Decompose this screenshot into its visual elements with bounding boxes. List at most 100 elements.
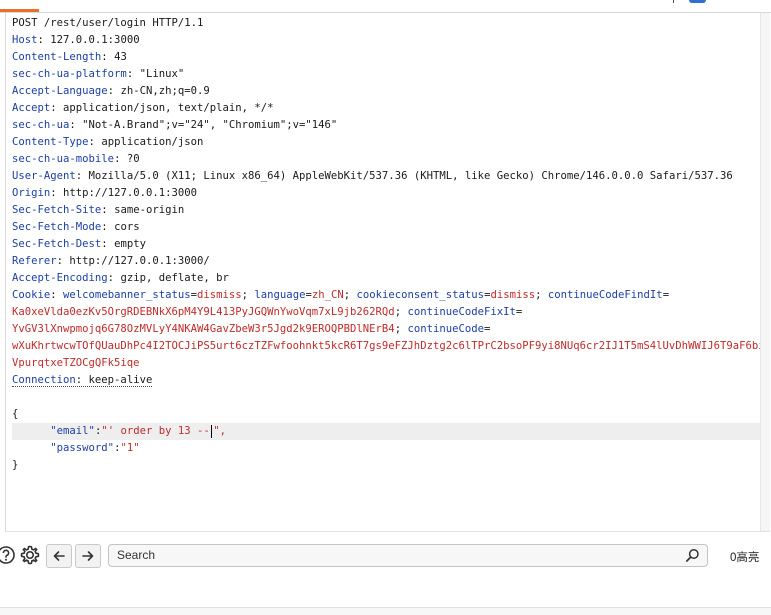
- header-name: Host: [12, 34, 38, 46]
- cookie-name: continueCode: [407, 323, 484, 335]
- header-value: http://127.0.0.1:3000: [63, 187, 197, 199]
- header-name: User-Agent: [12, 170, 76, 182]
- header-line-sec-ch-ua: sec-ch-ua: "Not-A.Brand";v="24", "Chromi…: [12, 119, 338, 131]
- help-circle-icon[interactable]: [0, 544, 17, 566]
- header-line-user-agent: User-Agent: Mozilla/5.0 (X11; Linux x86_…: [12, 170, 733, 182]
- cookie-value: dismiss: [197, 289, 242, 301]
- top-tab-strip: [0, 0, 771, 13]
- header-value: zh-CN,zh;q=0.9: [120, 85, 210, 97]
- cookie-value: YvGV3lXnwpmojq6G78OzMVLyY4NKAW4GavZbeW3r…: [12, 323, 395, 335]
- header-value: "Not-A.Brand";v="24", "Chromium";v="146": [82, 119, 338, 131]
- header-line-accept-encoding: Accept-Encoding: gzip, deflate, br: [12, 272, 229, 284]
- json-key-password: "password": [50, 442, 115, 454]
- header-line-cookie: Cookie: welcomebanner_status=dismiss; la…: [12, 289, 670, 301]
- vertical-scrollbar[interactable]: [760, 13, 770, 531]
- json-brace: }: [12, 459, 19, 471]
- header-value: 43: [114, 51, 127, 63]
- header-name: Cookie: [12, 289, 51, 301]
- header-value: keep-alive: [88, 374, 153, 386]
- gear-icon[interactable]: [19, 544, 41, 566]
- header-name: sec-ch-ua-platform: [12, 68, 127, 80]
- cookie-value: wXuKhrtwcwTOfQUauDhPc4I2TOCJiPS5urt6czTZ…: [12, 340, 762, 352]
- request-lines: POST /rest/user/login HTTP/1.1 Host: 127…: [12, 15, 762, 474]
- bottom-panel: [0, 578, 771, 615]
- active-tab-indicator[interactable]: [0, 9, 39, 12]
- header-value: 127.0.0.1:3000: [50, 34, 140, 46]
- search-toolbar: 0高亮: [0, 532, 771, 578]
- cookie-value: zh_CN: [311, 289, 344, 301]
- body-password-line: "password":"1": [50, 442, 140, 454]
- cookie-name: welcomebanner_status: [63, 289, 191, 301]
- cookie-value: Ka0xeVlda0ezKv5OrgRDEBNkX6pM4Y9L413PyJGQ…: [12, 306, 395, 318]
- header-name: Sec-Fetch-Site: [12, 204, 102, 216]
- header-name: sec-ch-ua-mobile: [12, 153, 115, 165]
- header-value: "Linux": [139, 68, 185, 80]
- header-line-content-type: Content-Type: application/json: [12, 136, 204, 148]
- header-name: Accept: [12, 102, 51, 114]
- header-value: gzip, deflate, br: [120, 272, 229, 284]
- header-value: Mozilla/5.0 (X11; Linux x86_64) AppleWeb…: [88, 170, 733, 182]
- request-text-editor[interactable]: POST /rest/user/login HTTP/1.1 Host: 127…: [5, 13, 770, 532]
- cookie-wrap-line: Ka0xeVlda0ezKv5OrgRDEBNkX6pM4Y9L413PyJGQ…: [12, 306, 523, 318]
- header-name: Origin: [12, 187, 51, 199]
- request-line: POST /rest/user/login HTTP/1.1: [12, 15, 762, 32]
- json-value-password: "1": [120, 442, 140, 454]
- cookie-wrap-line: VpurqtxeTZOCgQFk5iqe: [12, 355, 762, 372]
- header-name: Sec-Fetch-Mode: [12, 221, 102, 233]
- header-line-content-length: Content-Length: 43: [12, 51, 127, 63]
- cookie-name: continueCodeFixIt: [407, 306, 516, 318]
- search-field[interactable]: [108, 544, 708, 567]
- header-name: Content-Type: [12, 136, 89, 148]
- header-name: sec-ch-ua: [12, 119, 70, 131]
- request-editor-window: POST /rest/user/login HTTP/1.1 Host: 127…: [0, 0, 771, 615]
- header-line-host: Host: 127.0.0.1:3000: [12, 34, 140, 46]
- cookie-wrap-line: YvGV3lXnwpmojq6G78OzMVLyY4NKAW4GavZbeW3r…: [12, 323, 491, 335]
- json-value-email: "' order by 13 --: [101, 425, 210, 437]
- header-line-sec-fetch-mode: Sec-Fetch-Mode: cors: [12, 221, 140, 233]
- cookie-name: continueCodeFindIt: [547, 289, 663, 301]
- cookie-wrap-line: wXuKhrtwcwTOfQUauDhPc4I2TOCJiPS5urt6czTZ…: [12, 338, 762, 355]
- header-line-origin: Origin: http://127.0.0.1:3000: [12, 187, 197, 199]
- json-value-email-tail: ",: [213, 425, 227, 437]
- arrow-left-icon[interactable]: [46, 544, 72, 568]
- header-name: Accept-Language: [12, 85, 108, 97]
- search-input[interactable]: [117, 546, 677, 564]
- top-action-button[interactable]: [689, 0, 706, 3]
- header-name: Sec-Fetch-Dest: [12, 238, 102, 250]
- body-email-line: "email":"' order by 13 -- ",: [12, 423, 762, 440]
- magnifier-icon[interactable]: [685, 548, 700, 563]
- top-toolbar-icon[interactable]: [673, 0, 682, 3]
- cookie-name: cookieconsent_status: [356, 289, 485, 301]
- header-value: http://127.0.0.1:3000/: [69, 255, 210, 267]
- header-line-referer: Referer: http://127.0.0.1:3000/: [12, 255, 210, 267]
- status-strip: [0, 608, 771, 615]
- header-line-sec-fetch-site: Sec-Fetch-Site: same-origin: [12, 204, 185, 216]
- header-value: cors: [114, 221, 140, 233]
- cookie-name: language: [254, 289, 306, 301]
- header-value: application/json, text/plain, */*: [63, 102, 274, 114]
- json-key-email: "email": [50, 425, 95, 437]
- body-close-brace: }: [12, 457, 762, 474]
- header-line-sec-ch-ua-mobile: sec-ch-ua-mobile: ?0: [12, 153, 140, 165]
- header-line-connection: Connection: keep-alive: [12, 374, 153, 387]
- header-line-sec-fetch-dest: Sec-Fetch-Dest: empty: [12, 238, 146, 250]
- header-line-accept: Accept: application/json, text/plain, */…: [12, 102, 274, 114]
- cookie-value: VpurqtxeTZOCgQFk5iqe: [12, 357, 140, 369]
- cookie-value: dismiss: [490, 289, 536, 301]
- request-line-text: POST /rest/user/login HTTP/1.1: [12, 17, 204, 29]
- header-name: Referer: [12, 255, 57, 267]
- header-name: Accept-Encoding: [12, 272, 108, 284]
- arrow-right-icon[interactable]: [75, 544, 101, 568]
- body-open-brace: {: [12, 406, 762, 423]
- match-count-label: 0高亮: [730, 552, 760, 564]
- header-name: Content-Length: [12, 51, 102, 63]
- header-value: ?0: [126, 153, 140, 165]
- header-value: application/json: [101, 136, 204, 148]
- json-brace: {: [12, 408, 19, 420]
- header-name: Connection: [12, 374, 76, 386]
- header-value: same-origin: [114, 204, 185, 216]
- header-value: empty: [114, 238, 146, 250]
- header-line-accept-language: Accept-Language: zh-CN,zh;q=0.9: [12, 85, 210, 97]
- header-line-sec-ch-ua-platform: sec-ch-ua-platform: "Linux": [12, 68, 185, 80]
